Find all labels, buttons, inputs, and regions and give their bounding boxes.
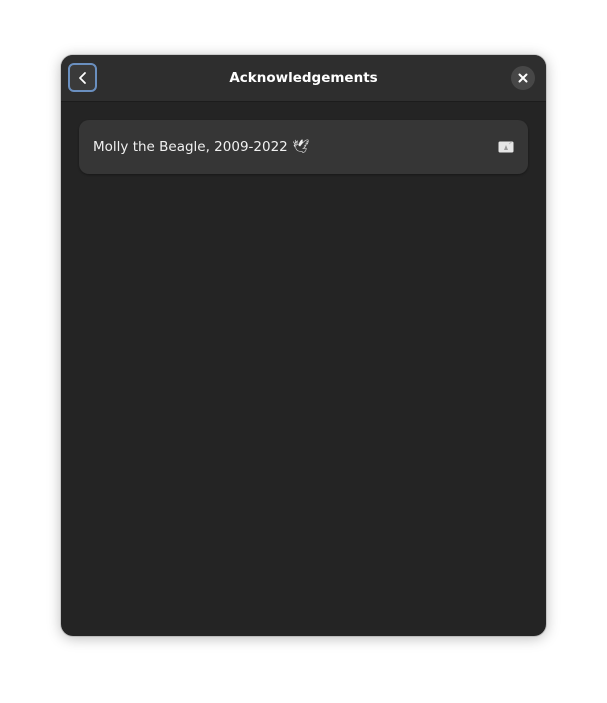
chevron-left-icon [78, 71, 86, 84]
back-button[interactable] [68, 63, 97, 92]
dialog-title: Acknowledgements [229, 70, 378, 86]
list-item[interactable]: Molly the Beagle, 2009-2022 🕊 [79, 120, 528, 174]
acknowledgements-dialog: Acknowledgements Molly the Beagle, 2009-… [61, 55, 546, 636]
list-item-label: Molly the Beagle, 2009-2022 🕊 [93, 139, 310, 155]
header-bar: Acknowledgements [61, 55, 546, 102]
close-button[interactable] [511, 66, 535, 90]
external-link-icon [498, 140, 514, 154]
close-icon [518, 73, 528, 83]
